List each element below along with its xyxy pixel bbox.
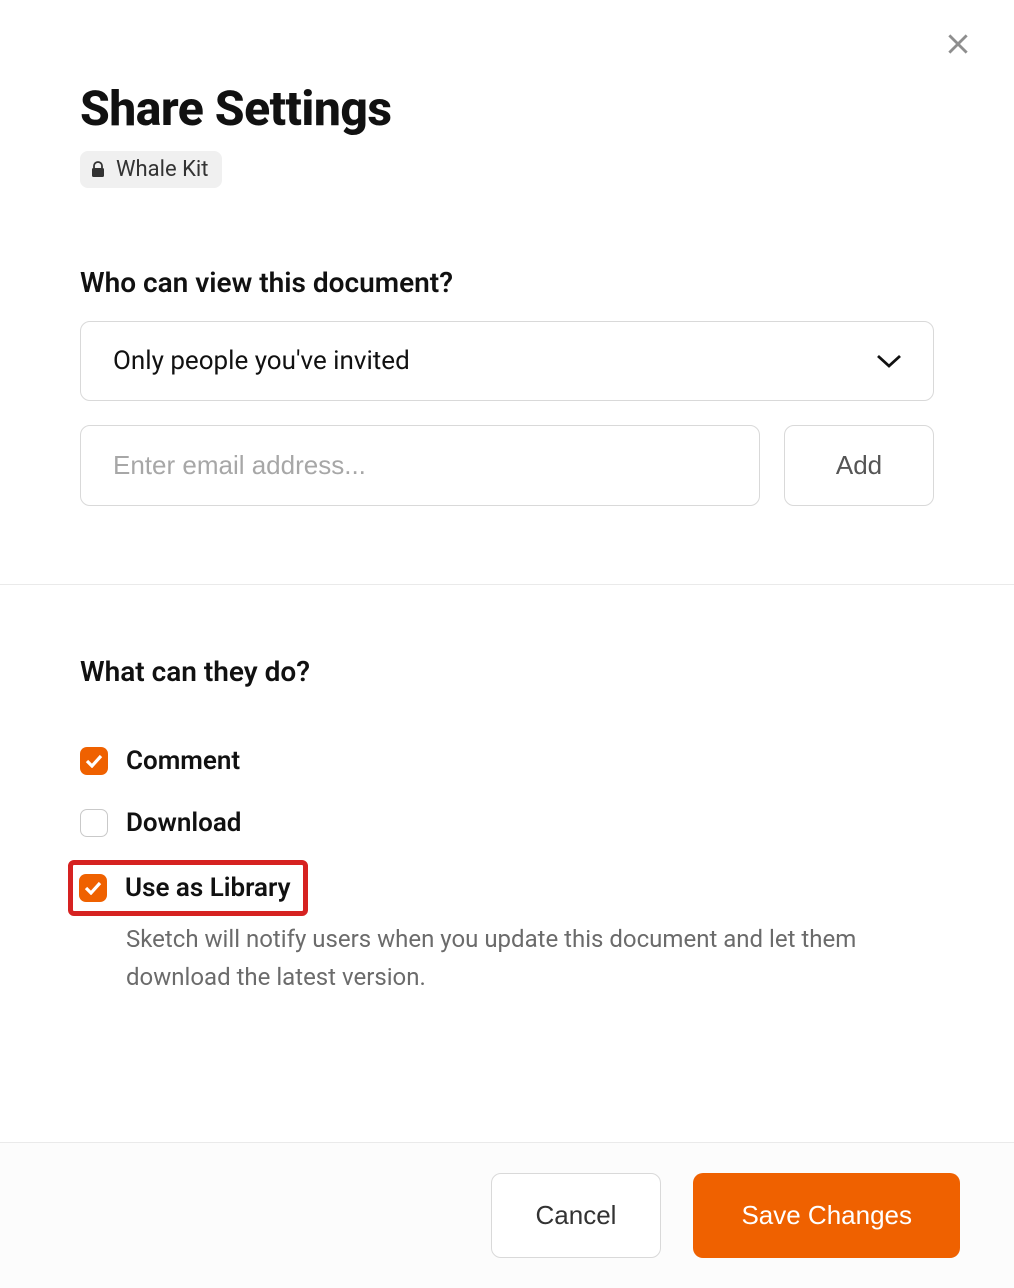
highlight-use-as-library: Use as Library	[68, 860, 308, 916]
section-divider	[0, 584, 1014, 585]
close-button[interactable]	[942, 28, 974, 60]
permission-row-download: Download	[80, 792, 934, 854]
cancel-button[interactable]: Cancel	[491, 1173, 662, 1258]
check-icon	[85, 754, 103, 768]
dialog-footer: Cancel Save Changes	[0, 1142, 1014, 1288]
save-changes-button[interactable]: Save Changes	[693, 1173, 960, 1258]
dialog-title: Share Settings	[80, 80, 934, 137]
checkbox-download[interactable]	[80, 809, 108, 837]
permission-label: Download	[126, 808, 241, 838]
lock-icon	[90, 161, 106, 179]
visibility-selected-value: Only people you've invited	[113, 346, 410, 376]
library-description: Sketch will notify users when you update…	[126, 920, 866, 997]
check-icon	[84, 881, 102, 895]
permissions-heading: What can they do?	[80, 655, 934, 688]
permission-row-library: Use as Library	[79, 873, 291, 903]
visibility-select[interactable]: Only people you've invited	[80, 321, 934, 401]
checkbox-comment[interactable]	[80, 747, 108, 775]
chevron-down-icon	[876, 346, 902, 376]
permission-row-comment: Comment	[80, 730, 934, 792]
permission-label: Use as Library	[125, 873, 291, 903]
invite-row: Add	[80, 425, 934, 506]
close-icon	[945, 31, 971, 57]
permission-label: Comment	[126, 746, 240, 776]
document-chip: Whale Kit	[80, 151, 222, 188]
document-name: Whale Kit	[116, 157, 208, 182]
permissions-list: Comment Download Use as Library Sketch w…	[80, 730, 934, 997]
checkbox-use-as-library[interactable]	[79, 874, 107, 902]
share-settings-dialog: Share Settings Whale Kit Who can view th…	[0, 0, 1014, 1288]
email-input[interactable]	[80, 425, 760, 506]
view-section-heading: Who can view this document?	[80, 266, 934, 299]
add-button[interactable]: Add	[784, 425, 934, 506]
